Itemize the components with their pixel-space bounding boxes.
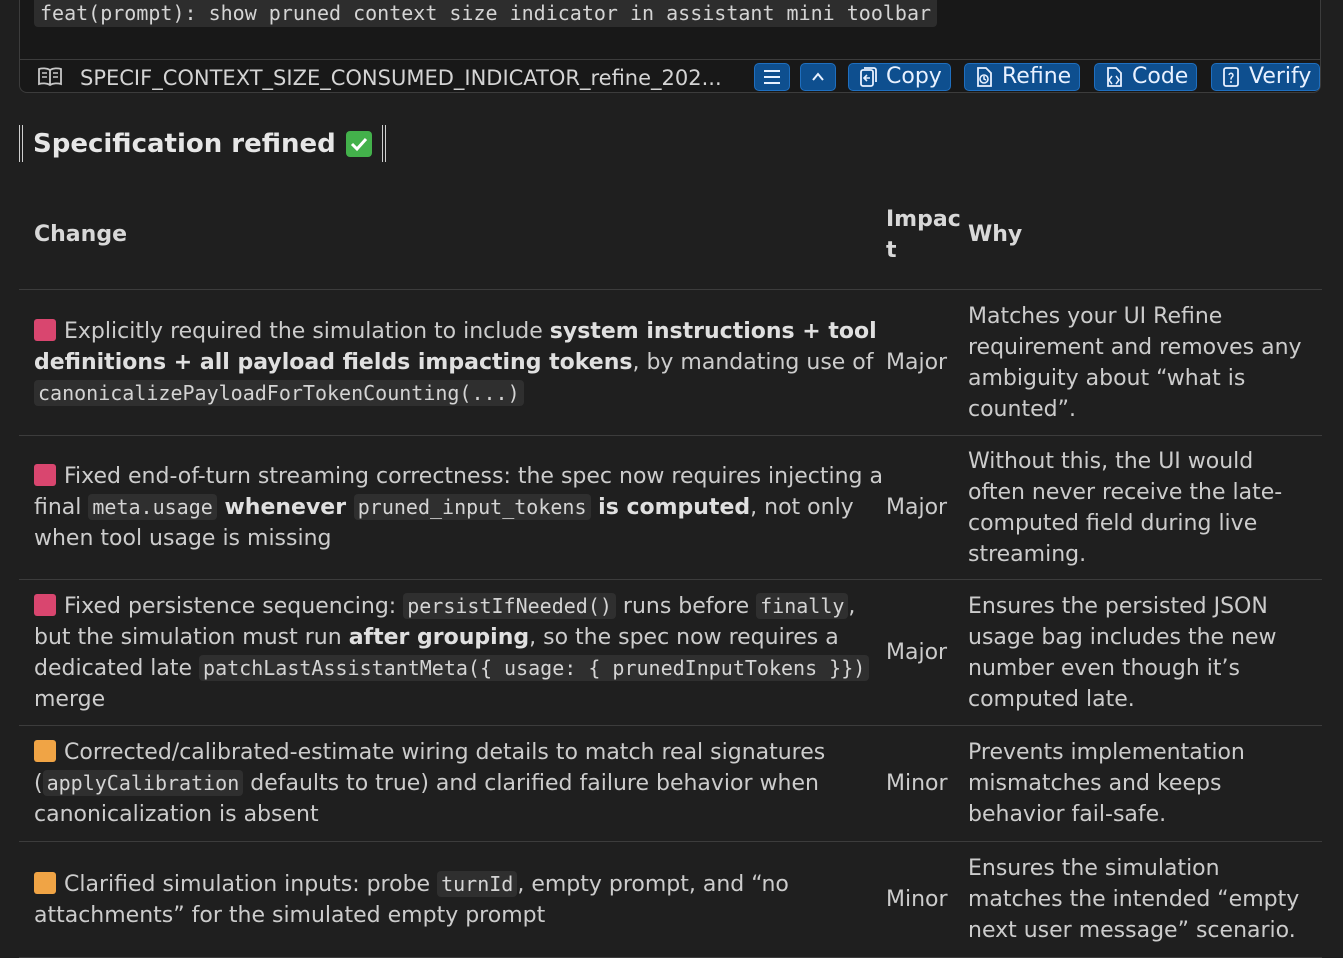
table-row: Fixed persistence sequencing: persistIfN… — [19, 579, 1322, 726]
table-row: Explicitly required the simulation to in… — [19, 289, 1322, 436]
list-view-button[interactable] — [754, 63, 790, 91]
impact-cell: Minor — [886, 841, 968, 958]
change-text: , by mandating use of — [632, 350, 874, 375]
why-cell: Prevents implementation mismatches and k… — [968, 725, 1322, 842]
change-text: Clarified simulation inputs: probe — [64, 871, 438, 897]
orange-square-icon — [34, 740, 56, 762]
change-text: Fixed persistence sequencing: — [64, 593, 404, 619]
refine-label: Refine — [1002, 64, 1072, 89]
book-open-icon — [38, 67, 62, 87]
table-row: Fixed end-of-turn streaming correctness:… — [19, 435, 1322, 580]
impact-cell: Minor — [886, 725, 968, 842]
impact-cell: Major — [886, 289, 968, 436]
change-cell: Fixed persistence sequencing: persistIfN… — [19, 579, 886, 726]
collapse-button[interactable] — [800, 63, 836, 91]
inline-code: canonicalizePayloadForTokenCounting(...) — [34, 380, 524, 406]
copy-button[interactable]: Copy — [848, 63, 951, 91]
code-button[interactable]: Code — [1094, 63, 1198, 91]
copy-icon — [860, 67, 877, 87]
inline-code: applyCalibration — [42, 770, 244, 796]
orange-square-icon — [34, 871, 56, 894]
change-bold: after grouping — [348, 624, 530, 650]
impact-cell: Major — [886, 579, 968, 726]
inline-code: meta.usage — [88, 494, 217, 520]
change-text: runs before — [615, 593, 757, 619]
change-cell: Corrected/calibrated-estimate wiring det… — [19, 725, 886, 842]
code-label: Code — [1132, 64, 1189, 89]
chevron-up-icon — [812, 72, 824, 81]
refine-icon — [977, 67, 992, 87]
change-cell: Explicitly required the simulation to in… — [19, 289, 886, 436]
why-cell: Ensures the persisted JSON usage bag inc… — [968, 579, 1322, 726]
red-square-icon — [34, 319, 56, 341]
inline-code: persistIfNeeded() — [403, 592, 616, 619]
column-header-change: Change — [19, 186, 886, 290]
list-icon — [764, 70, 780, 84]
copy-label: Copy — [886, 64, 942, 89]
verify-label: Verify — [1249, 64, 1312, 89]
column-header-impact: Impact — [886, 186, 968, 290]
change-cell: Fixed end-of-turn streaming correctness:… — [19, 435, 886, 580]
check-mark-button-icon — [345, 130, 372, 157]
section-heading: Specification refined — [19, 125, 386, 162]
red-square-icon — [34, 593, 56, 616]
heading-text: Specification refined — [33, 128, 336, 159]
refine-button[interactable]: Refine — [964, 63, 1081, 91]
why-cell: Without this, the UI would often never r… — [968, 435, 1322, 580]
change-cell: Clarified simulation inputs: probe turnI… — [19, 841, 886, 958]
impact-cell: Major — [886, 435, 968, 580]
verify-icon — [1223, 67, 1239, 87]
verify-button[interactable]: Verify — [1211, 63, 1321, 91]
file-toolbar: SPECIF_CONTEXT_SIZE_CONSUMED_INDICATOR_r… — [20, 59, 1321, 96]
spec-filename[interactable]: SPECIF_CONTEXT_SIZE_CONSUMED_INDICATOR_r… — [80, 60, 730, 96]
refinement-table: Change Impact Why Explicitly required th… — [19, 186, 1322, 958]
change-bold: is computed — [590, 495, 751, 520]
table-row: Clarified simulation inputs: probe turnI… — [19, 841, 1322, 958]
why-cell: Ensures the simulation matches the inten… — [968, 841, 1322, 958]
change-text: merge — [34, 686, 106, 712]
inline-code: finally — [756, 592, 849, 619]
code-file-icon — [1107, 67, 1122, 87]
inline-code: turnId — [437, 870, 518, 897]
inline-code: pruned_input_tokens — [353, 494, 591, 520]
change-text: Explicitly required the simulation to in… — [64, 319, 550, 344]
inline-code: patchLastAssistantMeta({ usage: { pruned… — [199, 654, 870, 681]
red-square-icon — [34, 464, 56, 486]
change-bold: whenever — [216, 495, 354, 520]
table-header-row: Change Impact Why — [19, 186, 1322, 290]
column-header-why: Why — [968, 186, 1322, 290]
why-cell: Matches your UI Refine requirement and r… — [968, 289, 1322, 436]
commit-message: feat(prompt): show pruned context size i… — [34, 0, 938, 27]
table-row: Corrected/calibrated-estimate wiring det… — [19, 725, 1322, 842]
